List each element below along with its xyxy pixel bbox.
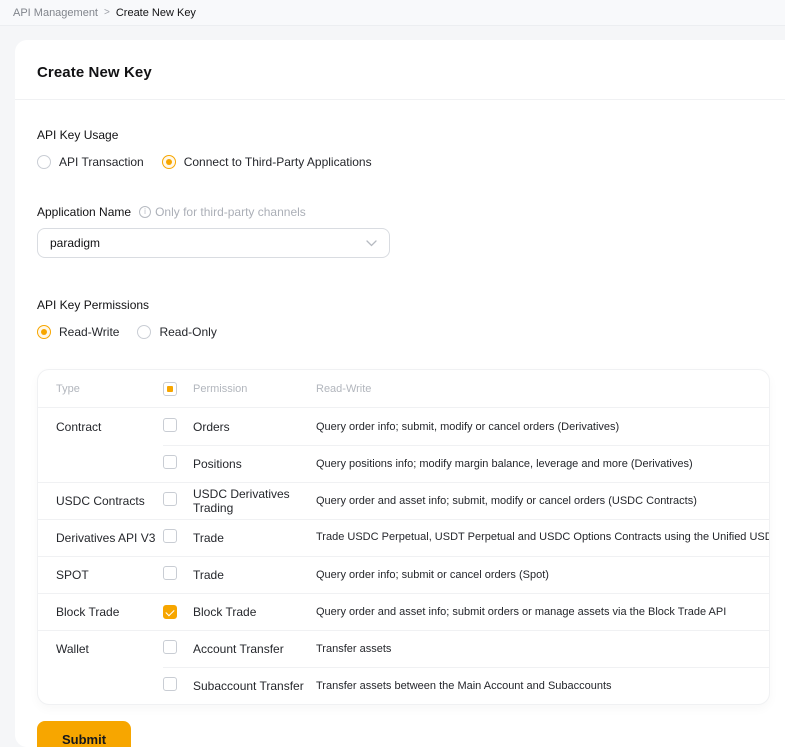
permission-checkbox[interactable] bbox=[163, 418, 177, 432]
breadcrumb-separator: > bbox=[104, 7, 110, 18]
application-name-label: Application Name bbox=[37, 205, 131, 219]
row-permission: Block Trade bbox=[193, 605, 316, 619]
permission-checkbox[interactable] bbox=[163, 640, 177, 654]
page-title: Create New Key bbox=[37, 64, 763, 81]
row-checkbox-cell bbox=[163, 677, 193, 694]
permissions-option-read-only[interactable]: Read-Only bbox=[137, 325, 216, 339]
column-header-readwrite: Read-Write bbox=[316, 383, 769, 395]
table-row: Wallet Account Transfer Transfer assets bbox=[38, 630, 769, 667]
row-description: Query order info; submit or cancel order… bbox=[316, 569, 769, 581]
usage-option-connect-to-third-party-applications[interactable]: Connect to Third-Party Applications bbox=[162, 155, 372, 169]
card-header: Create New Key bbox=[15, 40, 785, 100]
table-body: Contract Orders Query order info; submit… bbox=[38, 408, 769, 704]
row-description: Transfer assets bbox=[316, 643, 769, 655]
submit-button[interactable]: Submit bbox=[37, 721, 131, 747]
row-description: Trade USDC Perpetual, USDT Perpetual and… bbox=[316, 531, 769, 544]
table-row: Block Trade Block Trade Query order and … bbox=[38, 593, 769, 630]
permissions-table: Type Permission Read-Write Contract Orde… bbox=[37, 369, 770, 705]
application-name-value: paradigm bbox=[50, 236, 100, 250]
api-key-permissions-label: API Key Permissions bbox=[37, 298, 149, 312]
breadcrumb: API Management > Create New Key bbox=[0, 0, 785, 26]
row-description: Query order and asset info; submit order… bbox=[316, 606, 769, 618]
row-type: Wallet bbox=[56, 642, 163, 656]
row-type: Contract bbox=[56, 420, 163, 434]
row-checkbox-cell bbox=[163, 418, 193, 435]
radio-label: API Transaction bbox=[59, 155, 144, 169]
table-row: Contract Orders Query order info; submit… bbox=[38, 408, 769, 445]
table-row: Derivatives API V3 Trade Trade USDC Perp… bbox=[38, 519, 769, 556]
row-permission: Trade bbox=[193, 531, 316, 545]
row-type: USDC Contracts bbox=[56, 494, 163, 508]
row-checkbox-cell bbox=[163, 529, 193, 546]
radio-label: Read-Write bbox=[59, 325, 119, 339]
application-name-select[interactable]: paradigm bbox=[37, 228, 390, 258]
table-header-row: Type Permission Read-Write bbox=[38, 370, 769, 408]
column-header-permission: Permission bbox=[193, 383, 316, 395]
permission-checkbox[interactable] bbox=[163, 566, 177, 580]
table-row: USDC Contracts USDC Derivatives Trading … bbox=[38, 482, 769, 519]
table-row: Positions Query positions info; modify m… bbox=[38, 445, 769, 482]
row-checkbox-cell bbox=[163, 604, 193, 620]
api-key-usage-radio-group: API Transaction Connect to Third-Party A… bbox=[37, 155, 770, 169]
column-header-type: Type bbox=[56, 383, 163, 395]
radio-icon bbox=[162, 155, 176, 169]
select-all-cell bbox=[163, 382, 193, 396]
row-checkbox-cell bbox=[163, 492, 193, 509]
row-type: Block Trade bbox=[56, 605, 163, 619]
row-description: Query order and asset info; submit, modi… bbox=[316, 495, 769, 507]
radio-label: Connect to Third-Party Applications bbox=[184, 155, 372, 169]
breadcrumb-current: Create New Key bbox=[116, 7, 196, 19]
radio-icon bbox=[137, 325, 151, 339]
row-checkbox-cell bbox=[163, 566, 193, 583]
row-checkbox-cell bbox=[163, 455, 193, 472]
row-checkbox-cell bbox=[163, 640, 193, 657]
row-permission: Subaccount Transfer bbox=[193, 679, 316, 693]
row-permission: Positions bbox=[193, 457, 316, 471]
row-type: SPOT bbox=[56, 568, 163, 582]
permission-checkbox[interactable] bbox=[163, 455, 177, 469]
row-description: Query order info; submit, modify or canc… bbox=[316, 421, 769, 433]
permission-checkbox[interactable] bbox=[163, 529, 177, 543]
radio-icon bbox=[37, 155, 51, 169]
radio-icon bbox=[37, 325, 51, 339]
permission-checkbox[interactable] bbox=[163, 492, 177, 506]
row-description: Query positions info; modify margin bala… bbox=[316, 458, 769, 470]
row-permission: Orders bbox=[193, 420, 316, 434]
row-type: Derivatives API V3 bbox=[56, 531, 163, 545]
permission-checkbox[interactable] bbox=[163, 677, 177, 691]
create-new-key-card: Create New Key API Key Usage API Transac… bbox=[15, 40, 785, 747]
info-circle-icon: i bbox=[139, 206, 151, 218]
select-all-checkbox[interactable] bbox=[163, 382, 177, 396]
row-permission: USDC Derivatives Trading bbox=[193, 487, 316, 515]
table-row: SPOT Trade Query order info; submit or c… bbox=[38, 556, 769, 593]
application-name-hint: Only for third-party channels bbox=[155, 205, 306, 219]
row-description: Transfer assets between the Main Account… bbox=[316, 680, 769, 692]
permission-checkbox[interactable] bbox=[163, 605, 177, 619]
row-permission: Account Transfer bbox=[193, 642, 316, 656]
api-key-usage-label: API Key Usage bbox=[37, 128, 118, 142]
table-row: Subaccount Transfer Transfer assets betw… bbox=[38, 667, 769, 704]
row-permission: Trade bbox=[193, 568, 316, 582]
radio-label: Read-Only bbox=[159, 325, 216, 339]
usage-option-api-transaction[interactable]: API Transaction bbox=[37, 155, 144, 169]
api-key-permissions-radio-group: Read-Write Read-Only bbox=[37, 325, 770, 339]
chevron-down-icon bbox=[366, 240, 377, 247]
breadcrumb-parent[interactable]: API Management bbox=[13, 7, 98, 19]
permissions-option-read-write[interactable]: Read-Write bbox=[37, 325, 119, 339]
